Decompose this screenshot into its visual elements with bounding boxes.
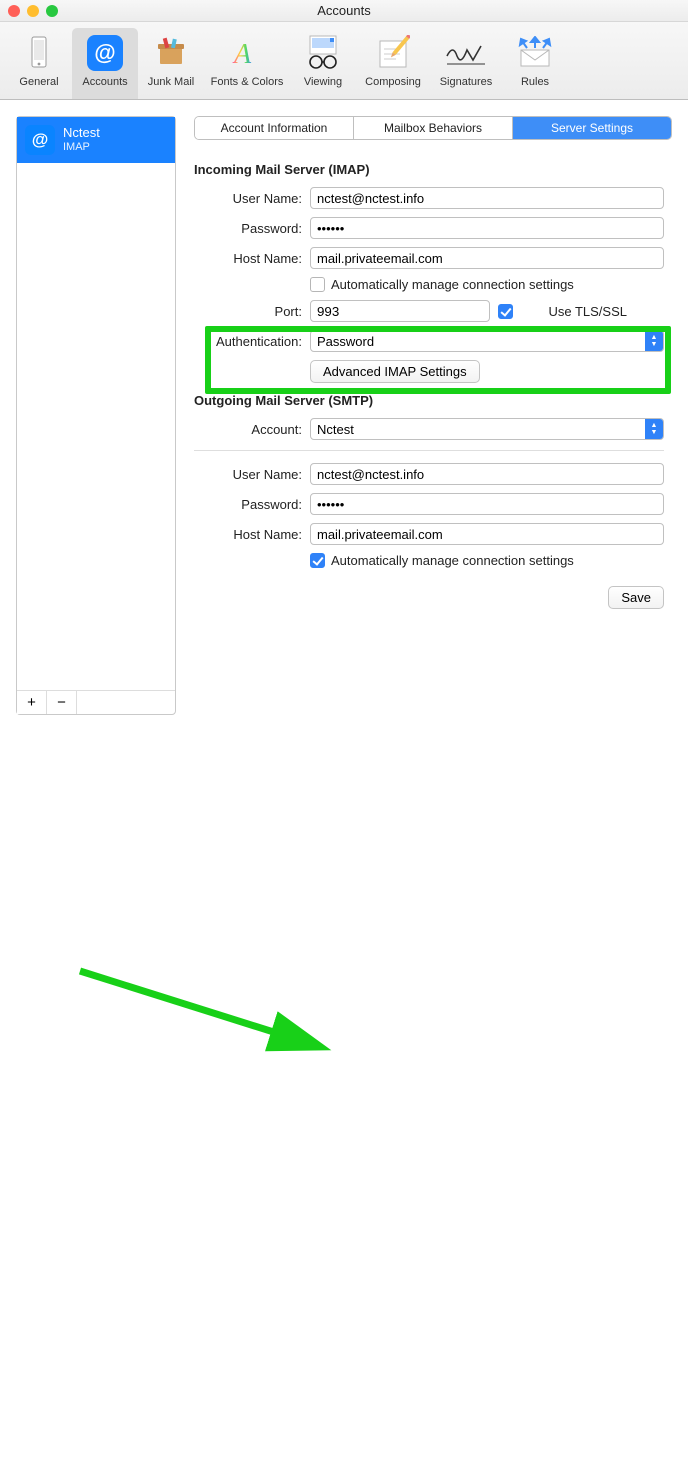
phone-icon [6, 32, 72, 74]
window-title: Accounts [317, 3, 370, 18]
advanced-imap-button[interactable]: Advanced IMAP Settings [310, 360, 480, 383]
general-tab[interactable]: General [6, 28, 72, 99]
incoming-password-label: Password: [194, 221, 302, 236]
outgoing-account-label: Account: [194, 422, 302, 437]
rules-tab[interactable]: Rules [502, 28, 568, 99]
toolbar-label: General [6, 76, 72, 88]
composing-tab[interactable]: Composing [356, 28, 430, 99]
pencil-icon [356, 32, 430, 74]
outgoing-username-label: User Name: [194, 467, 302, 482]
incoming-hostname-field[interactable] [310, 247, 664, 269]
outgoing-hostname-label: Host Name: [194, 527, 302, 542]
remove-account-button[interactable]: − [47, 691, 77, 714]
tab-server-settings[interactable]: Server Settings [513, 117, 671, 139]
account-list-item[interactable]: @ Nctest IMAP [17, 117, 175, 163]
preferences-toolbar: General @ Accounts Junk Mail A Fonts & C… [0, 22, 688, 100]
toolbar-label: Viewing [290, 76, 356, 88]
accounts-tab[interactable]: @ Accounts [72, 28, 138, 99]
incoming-heading: Incoming Mail Server (IMAP) [194, 162, 664, 177]
outgoing-password-label: Password: [194, 497, 302, 512]
at-sign-icon: @ [25, 125, 55, 155]
svg-text:A: A [232, 39, 252, 70]
signature-icon [430, 32, 502, 74]
incoming-hostname-label: Host Name: [194, 251, 302, 266]
save-button[interactable]: Save [608, 586, 664, 609]
rules-icon [502, 32, 568, 74]
annotation-arrow [0, 731, 688, 1462]
settings-tabbar: Account Information Mailbox Behaviors Se… [194, 116, 672, 140]
incoming-tls-checkbox[interactable] [498, 304, 513, 319]
outgoing-heading: Outgoing Mail Server (SMTP) [194, 393, 664, 408]
fonts-icon: A [204, 32, 290, 74]
tab-account-information[interactable]: Account Information [195, 117, 354, 139]
toolbar-label: Accounts [72, 76, 138, 88]
toolbar-label: Signatures [430, 76, 502, 88]
account-protocol: IMAP [63, 141, 100, 154]
divider [194, 450, 664, 451]
outgoing-auto-manage-label[interactable]: Automatically manage connection settings [331, 553, 574, 568]
toolbar-label: Composing [356, 76, 430, 88]
incoming-auth-select[interactable]: Password [310, 330, 664, 352]
incoming-password-field[interactable] [310, 217, 664, 239]
glasses-icon [290, 32, 356, 74]
incoming-username-field[interactable] [310, 187, 664, 209]
incoming-auth-label: Authentication: [194, 334, 302, 349]
outgoing-auto-manage-checkbox[interactable] [310, 553, 325, 568]
incoming-auto-manage-checkbox[interactable] [310, 277, 325, 292]
account-name: Nctest [63, 126, 100, 141]
add-account-button[interactable]: + [17, 691, 47, 714]
zoom-window-button[interactable] [46, 5, 58, 17]
outgoing-account-select[interactable]: Nctest [310, 418, 664, 440]
outgoing-hostname-field[interactable] [310, 523, 664, 545]
junkmail-tab[interactable]: Junk Mail [138, 28, 204, 99]
accounts-sidebar: @ Nctest IMAP + − [16, 116, 176, 715]
trash-icon [138, 32, 204, 74]
toolbar-label: Fonts & Colors [204, 76, 290, 88]
sidebar-actions: + − [17, 690, 175, 714]
settings-panel: Account Information Mailbox Behaviors Se… [194, 116, 672, 715]
tab-mailbox-behaviors[interactable]: Mailbox Behaviors [354, 117, 513, 139]
toolbar-label: Rules [502, 76, 568, 88]
incoming-auto-manage-label[interactable]: Automatically manage connection settings [331, 277, 574, 292]
close-window-button[interactable] [8, 5, 20, 17]
fontscolors-tab[interactable]: A Fonts & Colors [204, 28, 290, 99]
outgoing-password-field[interactable] [310, 493, 664, 515]
at-sign-icon: @ [72, 32, 138, 74]
signatures-tab[interactable]: Signatures [430, 28, 502, 99]
window-titlebar: Accounts [0, 0, 688, 22]
window-controls [8, 5, 58, 17]
outgoing-username-field[interactable] [310, 463, 664, 485]
minimize-window-button[interactable] [27, 5, 39, 17]
incoming-port-label: Port: [194, 304, 302, 319]
toolbar-label: Junk Mail [138, 76, 204, 88]
incoming-port-field[interactable] [310, 300, 490, 322]
viewing-tab[interactable]: Viewing [290, 28, 356, 99]
incoming-username-label: User Name: [194, 191, 302, 206]
incoming-tls-label[interactable]: Use TLS/SSL [519, 304, 627, 319]
